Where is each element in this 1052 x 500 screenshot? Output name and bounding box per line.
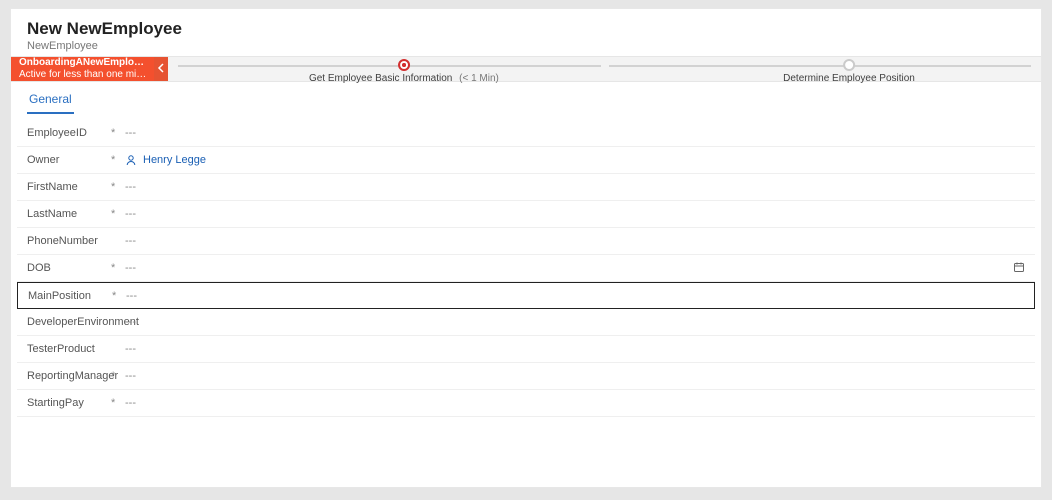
label-owner: Owner xyxy=(27,154,111,166)
field-testerproduct[interactable]: TesterProduct --- xyxy=(17,336,1035,363)
field-lastname[interactable]: LastName * --- xyxy=(17,201,1035,228)
process-status: Active for less than one mi… xyxy=(19,69,146,81)
field-employeeid[interactable]: EmployeeID * --- xyxy=(17,120,1035,147)
label-lastname: LastName xyxy=(27,208,111,220)
required-marker: * xyxy=(111,181,119,193)
label-firstname: FirstName xyxy=(27,181,111,193)
label-startingpay: StartingPay xyxy=(27,397,111,409)
label-reportingmanager: ReportingManager xyxy=(27,370,111,382)
field-firstname[interactable]: FirstName * --- xyxy=(17,174,1035,201)
value-owner[interactable]: Henry Legge xyxy=(143,154,206,166)
tab-general[interactable]: General xyxy=(27,86,74,114)
stage-1-label: Get Employee Basic Information xyxy=(309,73,452,84)
value-testerproduct: --- xyxy=(125,343,136,355)
form: EmployeeID * --- Owner * Henry Legge Fir… xyxy=(11,114,1041,427)
label-dob: DOB xyxy=(27,262,111,274)
label-testerproduct: TesterProduct xyxy=(27,343,111,355)
value-phonenumber: --- xyxy=(125,235,136,247)
stage-2[interactable]: Determine Employee Position xyxy=(783,59,915,84)
stage-1[interactable]: Get Employee Basic Information (< 1 Min) xyxy=(309,59,499,84)
label-developerenvironment: DeveloperEnvironment xyxy=(27,316,111,328)
required-marker: * xyxy=(111,262,119,274)
value-startingpay: --- xyxy=(125,397,136,409)
field-mainposition[interactable]: MainPosition * --- xyxy=(17,282,1035,309)
required-marker: * xyxy=(111,397,119,409)
field-startingpay[interactable]: StartingPay * --- xyxy=(17,390,1035,417)
stage-1-time: (< 1 Min) xyxy=(459,73,499,84)
value-employeeid: --- xyxy=(125,127,136,139)
value-reportingmanager: --- xyxy=(125,370,136,382)
value-mainposition: --- xyxy=(126,290,137,302)
chevron-left-icon xyxy=(157,60,165,78)
process-pill[interactable]: OnboardingANewEmplo… Active for less tha… xyxy=(11,57,154,81)
required-marker: * xyxy=(111,370,119,382)
process-bar: OnboardingANewEmplo… Active for less tha… xyxy=(11,56,1041,82)
process-collapse-chevron[interactable] xyxy=(154,57,168,81)
label-mainposition: MainPosition xyxy=(28,290,112,302)
field-owner[interactable]: Owner * Henry Legge xyxy=(17,147,1035,174)
label-phonenumber: PhoneNumber xyxy=(27,235,111,247)
value-firstname: --- xyxy=(125,181,136,193)
process-name: OnboardingANewEmplo… xyxy=(19,57,146,69)
required-marker: * xyxy=(112,290,120,302)
value-developerenvironment: --- xyxy=(125,316,136,328)
field-developerenvironment[interactable]: DeveloperEnvironment --- xyxy=(17,309,1035,336)
required-marker: * xyxy=(111,208,119,220)
required-marker: * xyxy=(111,154,119,166)
required-marker: * xyxy=(111,127,119,139)
value-dob: --- xyxy=(125,262,136,274)
field-reportingmanager[interactable]: ReportingManager * --- xyxy=(17,363,1035,390)
label-employeeid: EmployeeID xyxy=(27,127,111,139)
field-dob[interactable]: DOB * --- xyxy=(17,255,1035,282)
page-title: New NewEmployee xyxy=(27,19,1025,39)
stage-2-label: Determine Employee Position xyxy=(783,73,915,84)
entity-name: NewEmployee xyxy=(27,40,1025,52)
value-lastname: --- xyxy=(125,208,136,220)
person-icon xyxy=(125,154,137,166)
field-phonenumber[interactable]: PhoneNumber --- xyxy=(17,228,1035,255)
calendar-icon[interactable] xyxy=(1003,261,1025,276)
